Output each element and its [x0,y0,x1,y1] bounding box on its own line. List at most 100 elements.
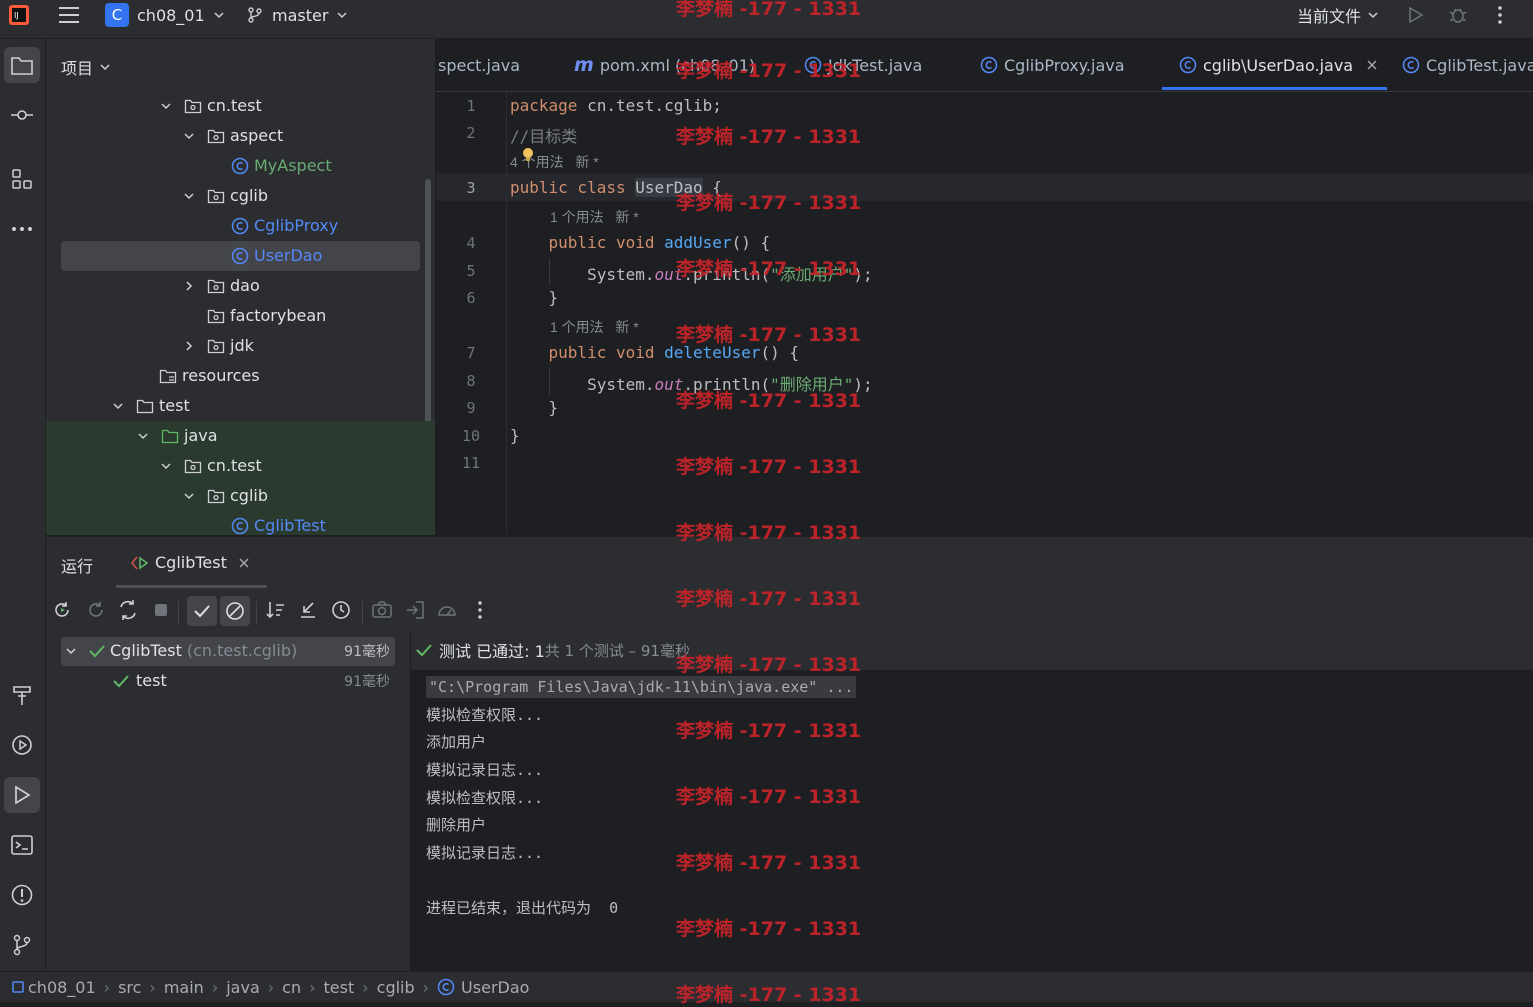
run-icon[interactable] [1405,0,1425,30]
tree-item-java[interactable]: java [46,421,435,451]
collapse-all-icon[interactable] [297,599,319,621]
run-config-selector[interactable]: 当前文件 [1297,0,1381,30]
camera-icon[interactable] [371,599,393,621]
folder-icon [161,429,179,444]
coverage-icon[interactable] [436,599,458,621]
more-tools-icon[interactable] [4,211,40,247]
test-method-row[interactable]: test 91毫秒 [112,671,394,690]
breadcrumb-userdao[interactable]: UserDao [437,978,529,997]
tree-item-resources[interactable]: resources [46,361,435,391]
branch-selector[interactable]: master [246,0,350,30]
tab-userdao[interactable]: cglib\UserDao.java [1179,39,1379,91]
run-tab-cglibtest[interactable]: CglibTest [131,553,251,572]
problems-icon[interactable] [4,877,40,913]
toggle-auto-test-icon[interactable] [117,599,139,621]
structure-icon[interactable] [4,161,40,197]
chevron-down-icon[interactable] [182,129,196,143]
tree-item-label: UserDao [254,246,323,265]
tab-aspect[interactable]: spect.java [438,39,520,91]
app-logo-icon[interactable]: IJ [8,0,30,30]
resources-folder-icon [159,369,177,384]
breadcrumb-cglib[interactable]: cglib [377,978,415,997]
chevron-right-icon[interactable] [182,339,196,353]
history-icon[interactable] [330,599,352,621]
chevron-down-icon[interactable] [111,399,125,413]
tree-item-cglib[interactable]: cglib [46,181,435,211]
package-icon [184,99,202,114]
rerun-failed-icon[interactable] [85,599,107,621]
chevron-down-icon[interactable] [182,189,196,203]
intention-bulb-icon[interactable] [522,147,534,163]
tree-item-cglibproxy[interactable]: CglibProxy [46,211,435,241]
title-bar: IJ C ch08_01 master 当前文件 [0,0,1533,39]
chevron-down-icon [100,64,110,71]
breadcrumb-java[interactable]: java [226,978,260,997]
project-selector[interactable]: C ch08_01 [105,0,227,30]
project-tool-icon[interactable] [4,47,40,83]
usage-hint[interactable]: 1 个用法 新 * [550,207,639,227]
tree-item-myaspect[interactable]: MyAspect [46,151,435,181]
tab-cglibtest[interactable]: CglibTest.java [1402,39,1533,91]
breadcrumb-test[interactable]: test [324,978,355,997]
more-options-icon[interactable] [1490,0,1510,30]
build-icon[interactable] [4,677,40,713]
services-icon[interactable] [4,727,40,763]
chevron-down-icon[interactable] [159,459,173,473]
terminal-icon[interactable] [4,827,40,863]
tree-item-test[interactable]: test [46,391,435,421]
show-ignored-toggle[interactable] [220,596,250,626]
line-number: 11 [461,454,481,472]
rerun-icon[interactable] [51,599,73,621]
console-output[interactable]: 测试 已通过: 1 共 1 个测试 – 91毫秒 "C:\Program Fil… [411,630,1533,971]
more-options-icon[interactable] [469,599,491,621]
tab-cglibproxy[interactable]: CglibProxy.java [980,39,1125,91]
package-icon [207,309,225,324]
package-icon [207,279,225,294]
chevron-down-icon[interactable] [182,489,196,503]
tree-item-dao[interactable]: dao [46,271,435,301]
breadcrumb-project[interactable]: ch08_01 [12,978,96,997]
tab-pom[interactable]: m pom.xml (ch08_01) [574,39,755,91]
chevron-down-icon[interactable] [136,429,150,443]
usage-hint[interactable]: 1 个用法 新 * [550,317,639,337]
main-menu-icon[interactable] [58,0,80,30]
code-line-6: } [548,288,559,307]
tree-item-label: resources [182,366,260,385]
chevron-down-icon[interactable] [159,99,173,113]
stop-icon[interactable] [150,599,172,621]
tree-item-jdk[interactable]: jdk [46,331,435,361]
console-command-line[interactable]: "C:\Program Files\Java\jdk-11\bin\java.e… [426,676,857,698]
chevron-right-icon[interactable] [182,279,196,293]
tree-item-aspect[interactable]: aspect [46,121,435,151]
close-icon[interactable] [1365,58,1379,72]
commit-icon[interactable] [4,97,40,133]
tree-item-cn-test[interactable]: cn.test [46,451,435,481]
project-view-selector[interactable]: 项目 [61,55,113,79]
code-editor[interactable]: 1 2 3 4 5 6 7 8 9 10 11 package cn.test.… [436,92,1533,535]
tree-item-label: factorybean [230,306,327,325]
tree-item-cn-test[interactable]: cn.test [46,91,435,121]
package-icon [207,189,225,204]
active-tab-indicator [1162,87,1387,90]
debug-icon[interactable] [1447,0,1469,30]
tree-item-cglib[interactable]: cglib [46,481,435,511]
tab-label: cglib\UserDao.java [1203,55,1354,75]
code-line-4: public void addUser() { [548,233,771,252]
chevron-right-icon: › [103,977,111,997]
tree-item-cglibtest[interactable]: CglibTest [46,511,435,535]
breadcrumb-cn[interactable]: cn [282,978,301,997]
test-suite-row[interactable]: CglibTest (cn.test.cglib) 91毫秒 [64,641,394,660]
breadcrumb-src[interactable]: src [118,978,141,997]
close-icon[interactable] [237,556,251,570]
run-tool-icon[interactable] [4,777,40,813]
tab-jdktest[interactable]: JdkTest.java [804,39,922,91]
tree-item-userdao[interactable]: UserDao [46,241,435,271]
chevron-right-icon: › [211,977,219,997]
breadcrumb-main[interactable]: main [164,978,204,997]
git-icon[interactable] [4,927,40,963]
sort-icon[interactable] [264,599,286,621]
show-passed-toggle[interactable] [187,596,217,626]
test-run-icon [131,556,149,569]
import-icon[interactable] [404,599,426,621]
tree-item-factorybean[interactable]: factorybean [46,301,435,331]
